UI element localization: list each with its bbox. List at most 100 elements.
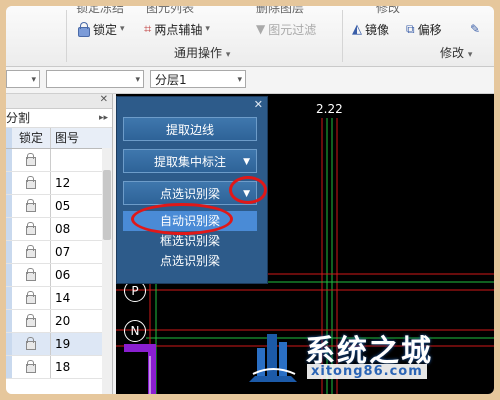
table-body: 12 05 08 07 06 14 20 19 18 (6, 149, 112, 379)
split-tool[interactable]: 分割 ▸▸ (6, 109, 112, 128)
table-header: 锁定 图号 (6, 128, 112, 149)
table-row[interactable] (6, 149, 112, 172)
table-row[interactable]: 07 (6, 241, 112, 264)
lock-button[interactable]: 锁定 ▾ (78, 20, 125, 38)
extract-centralized-annotation-button[interactable]: 提取集中标注 ▼ (123, 149, 257, 173)
figure-number-cell: 12 (55, 176, 71, 190)
ribbon-separator (342, 10, 343, 62)
two-point-axis-label: 两点辅轴 (154, 22, 203, 37)
left-panel: ✕ 分割 ▸▸ 锁定 图号 12 05 08 07 06 14 20 19 18 (6, 94, 113, 394)
group-label-common: 通用操作 ▾ (174, 46, 231, 60)
ribbon-top-item[interactable]: 锁定冻结 (76, 6, 124, 16)
table-row[interactable]: 18 (6, 356, 112, 379)
figure-number-cell: 07 (55, 245, 71, 259)
mirror-button[interactable]: ◭ 镜像 (352, 20, 389, 38)
ribbon: 锁定冻结 图元列表 删除图层 修改 锁定 ▾ ⌗ 两点辅轴 ▾ ▼ 图元过滤 通… (6, 6, 494, 67)
watermark: 系统之城 xitong86.com (243, 324, 488, 388)
table-row[interactable]: 08 (6, 218, 112, 241)
split-label: 分割 (6, 111, 31, 125)
extract-centralized-label: 提取集中标注 (153, 155, 226, 169)
ribbon-top-item[interactable]: 删除图层 (256, 6, 304, 16)
axis-label-top: 2.22 (316, 102, 343, 116)
lock-cell[interactable] (12, 356, 51, 378)
edit-icon: ✎ (470, 22, 481, 36)
ribbon-top-item[interactable]: 修改 (376, 6, 400, 16)
combo-box-2[interactable]: ▾ (46, 70, 144, 88)
watermark-url: xitong86.com (307, 364, 427, 379)
offset-icon: ⧉ (406, 21, 415, 36)
figure-number-cell: 18 (55, 360, 71, 374)
lock-icon (26, 199, 36, 212)
lock-icon (26, 360, 36, 373)
chevron-down-icon: ▾ (31, 75, 36, 85)
table-row[interactable]: 06 (6, 264, 112, 287)
highlight-ring-menu-item (131, 203, 233, 235)
figure-number-cell: 20 (55, 314, 71, 328)
lock-cell[interactable] (12, 218, 51, 240)
table-row[interactable]: 05 (6, 195, 112, 218)
column-header-figure[interactable]: 图号 (51, 128, 95, 148)
mirror-icon: ◭ (352, 21, 362, 37)
figure-number-cell: 08 (55, 222, 71, 236)
filter-icon: ▼ (256, 22, 266, 36)
app-window: 锁定冻结 图元列表 删除图层 修改 锁定 ▾ ⌗ 两点辅轴 ▾ ▼ 图元过滤 通… (6, 6, 494, 394)
panel-header: ✕ (6, 94, 112, 109)
lock-cell[interactable] (12, 195, 51, 217)
highlight-ring-dropdown (229, 176, 267, 204)
group-label-modify: 修改 ▾ (440, 46, 473, 60)
offset-label: 偏移 (417, 22, 442, 37)
chevron-down-icon[interactable]: ▼ (243, 150, 250, 174)
lock-cell[interactable] (12, 264, 51, 286)
chevron-down-icon: ▾ (120, 24, 125, 34)
combo-box-1[interactable]: ▾ (6, 70, 40, 88)
mirror-label: 镜像 (365, 22, 390, 37)
lock-cell[interactable] (12, 241, 51, 263)
table-row[interactable]: 12 (6, 172, 112, 195)
column-shape (124, 344, 156, 394)
two-point-axis-button[interactable]: ⌗ 两点辅轴 ▾ (144, 20, 210, 38)
lock-icon (26, 245, 36, 258)
lock-icon (26, 153, 36, 166)
lock-icon (26, 176, 36, 189)
figure-number-cell: 19 (55, 337, 71, 351)
lock-icon (78, 22, 90, 37)
vertical-scrollbar[interactable] (102, 148, 112, 394)
ribbon-top-item[interactable]: 图元列表 (146, 6, 194, 16)
table-row[interactable]: 20 (6, 310, 112, 333)
chevron-down-icon: ▾ (205, 24, 210, 34)
lock-icon (26, 291, 36, 304)
watermark-logo-icon (249, 334, 297, 382)
double-chevron-right-icon[interactable]: ▸▸ (99, 109, 108, 127)
element-filter-button[interactable]: ▼ 图元过滤 (256, 20, 316, 38)
lock-icon (26, 222, 36, 235)
menu-item-point-select-beam[interactable]: 点选识别梁 (123, 251, 257, 271)
chevron-down-icon: ▾ (135, 75, 140, 85)
element-filter-label: 图元过滤 (268, 22, 317, 37)
layer-combo-value: 分层1 (155, 73, 187, 87)
offset-button[interactable]: ⧉ 偏移 (406, 20, 442, 38)
lock-cell[interactable] (12, 149, 51, 171)
more-edit-button[interactable]: ✎ (470, 20, 480, 38)
figure-number-cell: 06 (55, 268, 71, 282)
figure-number-cell: 14 (55, 291, 71, 305)
table-row[interactable]: 14 (6, 287, 112, 310)
lock-cell[interactable] (12, 310, 51, 332)
extract-edge-button[interactable]: 提取边线 (123, 117, 257, 141)
layer-combo[interactable]: 分层1 ▾ (150, 70, 246, 88)
close-icon[interactable]: ✕ (254, 98, 263, 111)
lock-cell[interactable] (12, 172, 51, 194)
axis-icon: ⌗ (144, 21, 152, 37)
figure-number-cell: 05 (55, 199, 71, 213)
lock-cell[interactable] (12, 287, 51, 309)
close-icon[interactable]: ✕ (100, 94, 108, 105)
toolbar-row: ▾ ▾ 分层1 ▾ (6, 67, 494, 94)
table-row[interactable]: 19 (6, 333, 112, 356)
scrollbar-thumb[interactable] (103, 170, 111, 240)
chevron-down-icon: ▾ (237, 75, 242, 85)
lock-icon (26, 268, 36, 281)
column-header-lock[interactable]: 锁定 (12, 128, 51, 148)
figure-number-cell (51, 149, 95, 171)
lock-cell[interactable] (12, 333, 51, 355)
lock-icon (26, 314, 36, 327)
axis-label-n: N (124, 320, 146, 342)
